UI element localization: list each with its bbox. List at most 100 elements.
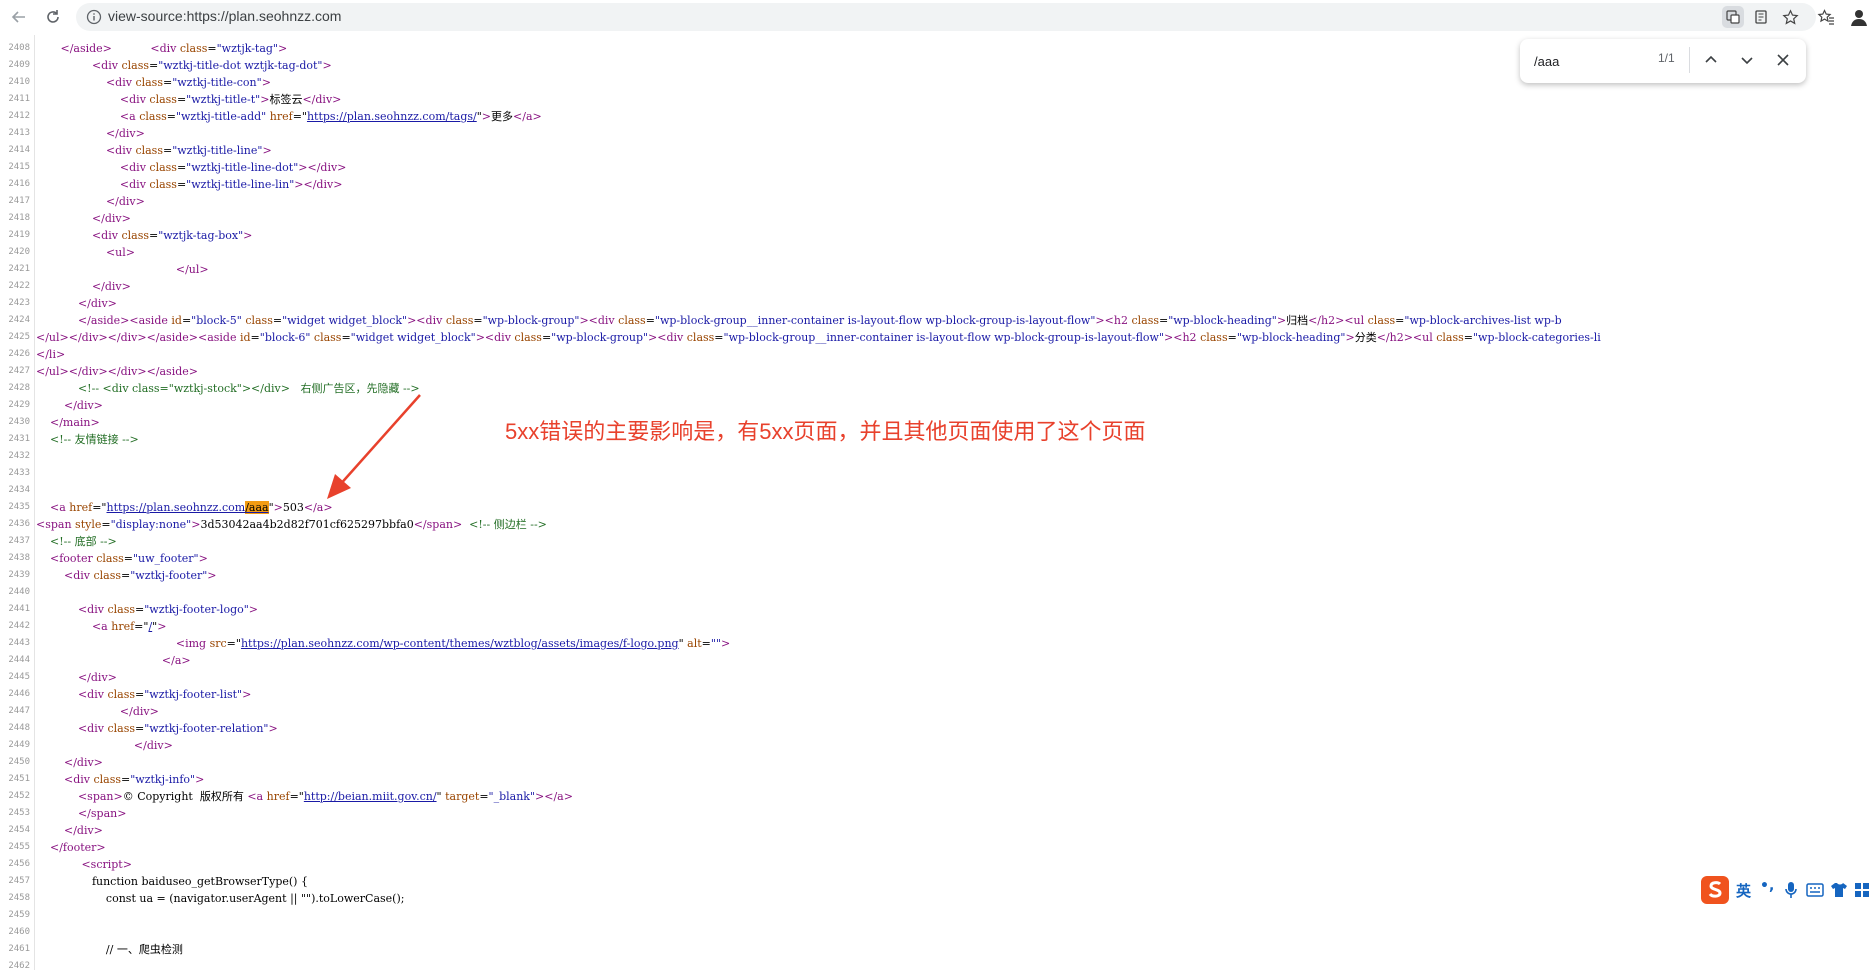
translate-icon [1726,10,1740,24]
source-line: function baiduseo_getBrowserType() { [36,875,308,888]
line-number: 2454 [8,825,30,835]
line-number: 2449 [8,740,30,750]
line-number: 2412 [8,111,30,121]
bookmark-star-button[interactable] [1779,6,1801,28]
back-arrow-icon [11,11,25,23]
source-line: </a> [161,654,191,667]
chevron-down-icon [1741,57,1753,65]
translate-button[interactable] [1722,6,1744,28]
source-line: <div class="wztkj-title-con"> [105,76,271,89]
find-bar-divider [1689,47,1690,73]
line-number: 2424 [8,315,30,325]
source-line: <script> [81,858,132,871]
line-number: 2455 [8,842,30,852]
line-number: 2421 [8,264,30,274]
source-line: </div> [91,212,131,225]
source-line: <div class="wztkj-info"> [63,773,205,786]
source-line: </aside> <div class="wztjk-tag"> [60,42,288,55]
reload-icon [47,10,59,23]
close-icon [1777,54,1789,66]
line-number: 2428 [8,383,30,393]
line-number-gutter: 2408 2409 2410 2411 2412 2413 2414 2415 2416 2417… [0,35,35,970]
source-line: </ul> [175,263,209,276]
url-text[interactable]: view-source:https://plan.seohnzz.com [108,8,341,24]
source-line: </div> [119,705,159,718]
site-info-icon[interactable] [86,9,102,25]
find-previous-button[interactable] [1700,49,1722,71]
line-number: 2415 [8,162,30,172]
line-number: 2425 [8,332,30,342]
back-button[interactable] [8,6,30,28]
source-line: <div class="wztkj-footer-logo"> [77,603,259,616]
line-number: 2433 [8,468,30,478]
microphone-icon[interactable] [1784,881,1798,899]
source-line: </div> [63,399,103,412]
source-line: <footer class="uw_footer"> [50,552,208,565]
line-number: 2426 [8,349,30,359]
line-number: 2414 [8,145,30,155]
profile-avatar-icon [1851,10,1867,26]
source-line: </aside><aside id="block-5" class="widge… [77,314,1562,327]
line-number: 2445 [8,672,30,682]
source-line: <div class="wztkj-title-t">标签云</div> [119,93,342,106]
line-number: 2453 [8,808,30,818]
star-icon [1781,8,1799,25]
profile-button[interactable] [1848,6,1870,28]
ime-toolbar[interactable]: 英 •, [1700,875,1870,905]
line-number: 2439 [8,570,30,580]
line-number: 2447 [8,706,30,716]
source-line: </div> [105,127,145,140]
toolbox-grid-icon[interactable] [1854,882,1870,898]
source-line: </div> [77,671,117,684]
source-line: <div class="wztjk-tag-box"> [91,229,253,242]
line-number: 2457 [8,876,30,886]
line-number: 2422 [8,281,30,291]
line-number: 2416 [8,179,30,189]
line-number: 2459 [8,910,30,920]
source-line: <div class="wztkj-title-dot wztjk-tag-do… [91,59,332,72]
source-line: </footer> [50,841,106,854]
source-line: <a class="wztkj-title-add" href="https:/… [119,110,542,123]
line-number: 2438 [8,553,30,563]
browser-toolbar: view-source:https://plan.seohnzz.com [0,0,1870,35]
line-number: 2443 [8,638,30,648]
source-line: </div> [105,195,145,208]
line-number: 2432 [8,451,30,461]
line-number: 2427 [8,366,30,376]
line-number: 2410 [8,77,30,87]
source-line: <!-- 友情链接 --> [50,433,139,446]
line-number: 2440 [8,587,30,597]
line-number: 2436 [8,519,30,529]
reading-mode-icon [1755,10,1767,24]
source-line: <div class="wztkj-footer"> [63,569,217,582]
line-number: 2429 [8,400,30,410]
source-line: <div class="wztkj-title-line"> [105,144,272,157]
source-line: </div> [77,297,117,310]
source-line: <span style="display:none">3d53042aa4b2d… [36,518,547,531]
source-line: </li> [36,348,66,361]
keyboard-icon[interactable] [1806,883,1824,897]
favorites-icon [1817,9,1834,25]
line-number: 2409 [8,60,30,70]
favorites-button[interactable] [1815,6,1837,28]
line-number: 2423 [8,298,30,308]
reading-mode-button[interactable] [1750,6,1772,28]
line-number: 2448 [8,723,30,733]
sogou-logo-icon [1701,876,1729,904]
ime-punctuation[interactable]: •, [1760,878,1774,894]
source-code-view[interactable]: 2408 2409 2410 2411 2412 2413 2414 2415 2416 2417… [0,35,1870,970]
ime-language[interactable]: 英 [1736,880,1751,901]
line-number: 2452 [8,791,30,801]
skin-shirt-icon[interactable] [1830,882,1848,898]
chevron-up-icon [1705,55,1717,63]
line-number: 2413 [8,128,30,138]
find-next-button[interactable] [1736,49,1758,71]
find-close-button[interactable] [1772,49,1794,71]
line-number: 2411 [8,94,30,104]
source-line: <span>© Copyright 版权所有 <a href="http://b… [77,790,573,803]
source-line: <!-- <div class="wztkj-stock"></div> 右侧广… [77,382,420,395]
source-line: <div class="wztkj-title-line-dot"></div> [119,161,347,174]
reload-button[interactable] [42,6,64,28]
source-line: </div> [63,824,103,837]
line-number: 2419 [8,230,30,240]
